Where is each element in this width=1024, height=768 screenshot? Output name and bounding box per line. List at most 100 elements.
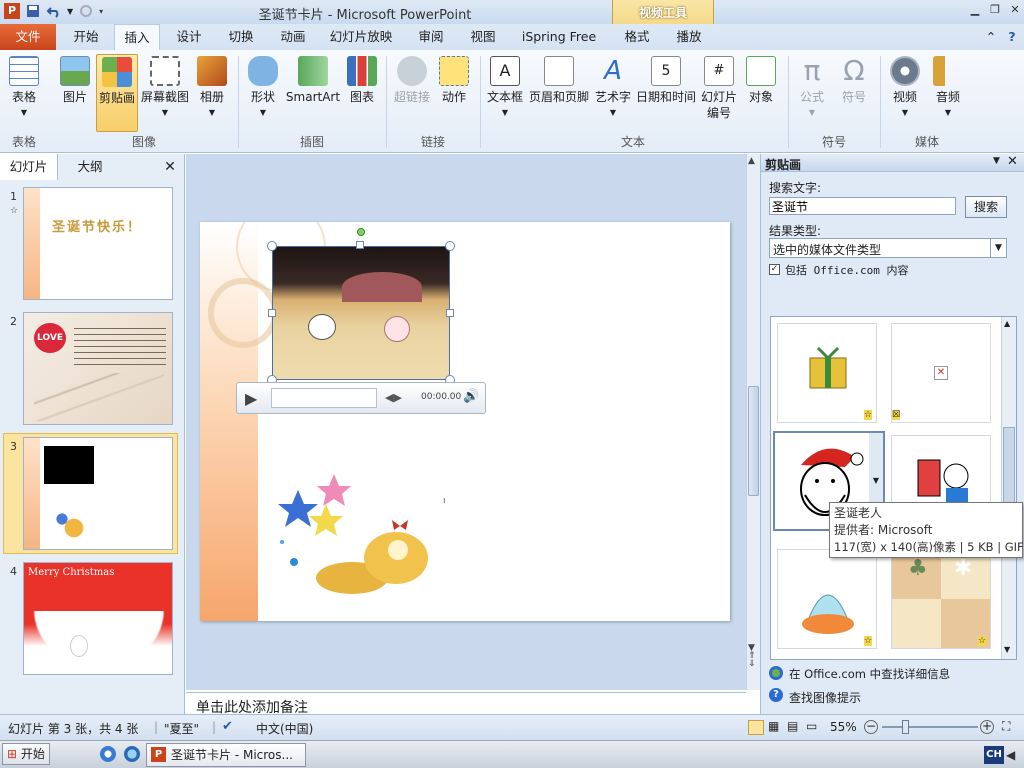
header-footer-button[interactable]: 页眉和页脚 bbox=[528, 54, 590, 134]
results-scrollbar[interactable]: ▲ ▼ bbox=[1001, 317, 1016, 659]
slide-sorter-icon[interactable]: ▦ bbox=[768, 719, 779, 733]
close-icon[interactable]: ✕ bbox=[1006, 3, 1024, 19]
slide-thumbnail-3[interactable] bbox=[23, 437, 173, 550]
clipart-result-nativity[interactable]: ☆ bbox=[777, 549, 877, 649]
reading-view-icon[interactable]: ▤ bbox=[787, 719, 798, 733]
search-input[interactable] bbox=[769, 197, 956, 215]
tab-view[interactable]: 视图 bbox=[460, 24, 506, 50]
normal-view-icon[interactable] bbox=[748, 720, 764, 735]
action-button[interactable]: 动作 bbox=[436, 54, 472, 134]
zoom-in-icon[interactable]: + bbox=[980, 720, 994, 734]
start-button[interactable]: ⊞ 开始 bbox=[2, 743, 50, 765]
tab-ispring[interactable]: iSpring Free bbox=[514, 24, 604, 50]
tab-design[interactable]: 设计 bbox=[166, 24, 212, 50]
smartart-button[interactable]: SmartArt bbox=[284, 54, 342, 134]
slideshow-view-icon[interactable]: ▭ bbox=[806, 719, 817, 733]
pane-menu-icon[interactable]: ▼ bbox=[993, 156, 1000, 166]
spellcheck-icon[interactable]: ✔ bbox=[222, 719, 233, 734]
scroll-down-icon[interactable]: ▼ bbox=[1004, 645, 1010, 654]
scroll-up-icon[interactable]: ▲ bbox=[1004, 319, 1010, 328]
tab-slideshow[interactable]: 幻灯片放映 bbox=[322, 24, 400, 50]
zoom-level[interactable]: 55% bbox=[830, 720, 857, 734]
clipart-button[interactable]: 剪贴画 bbox=[96, 54, 138, 132]
scrollbar-thumb[interactable] bbox=[1003, 427, 1015, 507]
scrollbar-thumb[interactable] bbox=[748, 386, 759, 496]
clipart-result-missing[interactable]: ✕ ☒ bbox=[891, 323, 991, 423]
chevron-down-icon[interactable]: ▼ bbox=[990, 239, 1006, 257]
slide-canvas[interactable]: ▶ ◀▶ 00:00.00 🔊 ı bbox=[200, 222, 730, 621]
resize-handle[interactable] bbox=[356, 241, 364, 249]
audio-button[interactable]: 音频 ▼ bbox=[928, 54, 968, 134]
tab-file[interactable]: 文件 bbox=[0, 24, 56, 50]
object-button[interactable]: 对象 bbox=[742, 54, 780, 134]
tab-insert[interactable]: 插入 bbox=[114, 24, 160, 50]
fit-to-window-icon[interactable]: ⛶ bbox=[1002, 719, 1010, 734]
tab-outline[interactable]: 大纲 bbox=[60, 154, 120, 180]
results-type-label: 结果类型: bbox=[769, 224, 822, 238]
textbox-button[interactable]: A 文本框 ▼ bbox=[484, 54, 526, 134]
search-button[interactable]: 搜索 bbox=[965, 196, 1007, 218]
image-tips-link[interactable]: 查找图像提示 bbox=[789, 689, 861, 706]
tab-playback[interactable]: 播放 bbox=[666, 24, 712, 50]
shapes-button[interactable]: 形状 ▼ bbox=[244, 54, 282, 134]
notes-pane[interactable]: 单击此处添加备注 bbox=[186, 692, 746, 714]
help-icon[interactable]: ? bbox=[1003, 24, 1021, 50]
scroll-up-icon[interactable]: ▲ bbox=[748, 156, 755, 166]
clipart-result-gift[interactable]: ☆ bbox=[777, 323, 877, 423]
rotate-handle[interactable] bbox=[357, 228, 365, 236]
star-icon: ✱ bbox=[954, 556, 973, 581]
language-status[interactable]: 中文(中国) bbox=[256, 720, 313, 737]
chart-button[interactable]: 图表 bbox=[344, 54, 380, 134]
photo-album-button[interactable]: 相册 ▼ bbox=[194, 54, 230, 134]
chevron-down-icon: ▼ bbox=[208, 108, 216, 117]
slide-count-status: 幻灯片 第 3 张，共 4 张 bbox=[8, 722, 139, 736]
volume-icon[interactable]: 🔊 bbox=[463, 389, 479, 404]
results-type-select[interactable]: 选中的媒体文件类型 ▼ bbox=[769, 238, 1007, 258]
video-button[interactable]: 视频 ▼ bbox=[884, 54, 926, 134]
tab-home[interactable]: 开始 bbox=[64, 24, 108, 50]
tab-transitions[interactable]: 切换 bbox=[218, 24, 264, 50]
chevron-up-icon[interactable]: ⌃ bbox=[982, 24, 1000, 50]
progress-bar[interactable] bbox=[271, 388, 377, 408]
include-office-checkbox[interactable]: ✓ bbox=[769, 264, 780, 275]
gift-box-clipart[interactable] bbox=[276, 470, 446, 600]
minimize-icon[interactable]: ▁ bbox=[966, 3, 984, 19]
browser-icon[interactable] bbox=[100, 746, 116, 762]
table-button[interactable]: 表格 ▼ bbox=[4, 54, 44, 134]
vertical-scrollbar[interactable]: ▲ ▼ ⇑ ⇓ bbox=[746, 154, 760, 690]
scroll-down-icon[interactable]: ▼ ⇑ ⇓ bbox=[748, 644, 756, 669]
wordart-button[interactable]: A 艺术字 ▼ bbox=[592, 54, 634, 134]
close-icon[interactable]: ✕ bbox=[1007, 154, 1018, 169]
symbol-button[interactable]: Ω 符号 bbox=[834, 54, 874, 134]
tab-review[interactable]: 审阅 bbox=[408, 24, 454, 50]
picture-button[interactable]: 图片 bbox=[56, 54, 94, 134]
tab-slides[interactable]: 幻灯片 bbox=[0, 154, 58, 180]
hyperlink-button[interactable]: 超链接 bbox=[392, 54, 432, 134]
zoom-slider[interactable] bbox=[882, 726, 978, 728]
skip-buttons-icon[interactable]: ◀▶ bbox=[385, 391, 402, 404]
slide-thumbnail-2[interactable]: LOVE bbox=[23, 312, 173, 425]
restore-icon[interactable]: ❐ bbox=[986, 3, 1004, 19]
resize-handle[interactable] bbox=[267, 241, 277, 251]
slide-thumbnail-4[interactable]: Merry Christmas bbox=[23, 562, 173, 675]
resize-handle[interactable] bbox=[268, 309, 276, 317]
slide-number-button[interactable]: # 幻灯片 编号 bbox=[698, 54, 740, 134]
clipart-result-christmas-tiles[interactable]: ♣ ✱ ☆ bbox=[891, 549, 991, 649]
tab-animations[interactable]: 动画 bbox=[270, 24, 316, 50]
ie-icon[interactable] bbox=[124, 746, 140, 762]
resize-handle[interactable] bbox=[445, 241, 455, 251]
close-icon[interactable]: ✕ bbox=[160, 154, 180, 180]
taskbar-item-powerpoint[interactable]: P 圣诞节卡片 - Micros... bbox=[146, 743, 306, 767]
resize-handle[interactable] bbox=[446, 309, 454, 317]
zoom-out-icon[interactable]: − bbox=[864, 720, 878, 734]
equation-button[interactable]: π 公式 ▼ bbox=[794, 54, 830, 134]
volume-icon[interactable]: ◀ bbox=[1006, 748, 1015, 762]
play-icon[interactable]: ▶ bbox=[245, 389, 257, 408]
zoom-slider-thumb[interactable] bbox=[902, 720, 909, 734]
screenshot-button[interactable]: 屏幕截图 ▼ bbox=[140, 54, 190, 134]
office-link[interactable]: 在 Office.com 中查找详细信息 bbox=[789, 666, 950, 682]
tab-format[interactable]: 格式 bbox=[614, 24, 660, 50]
slide-thumbnail-1[interactable]: 圣诞节快乐！ bbox=[23, 187, 173, 300]
date-time-button[interactable]: 5 日期和时间 bbox=[636, 54, 696, 134]
ime-indicator[interactable]: CH bbox=[984, 746, 1004, 764]
